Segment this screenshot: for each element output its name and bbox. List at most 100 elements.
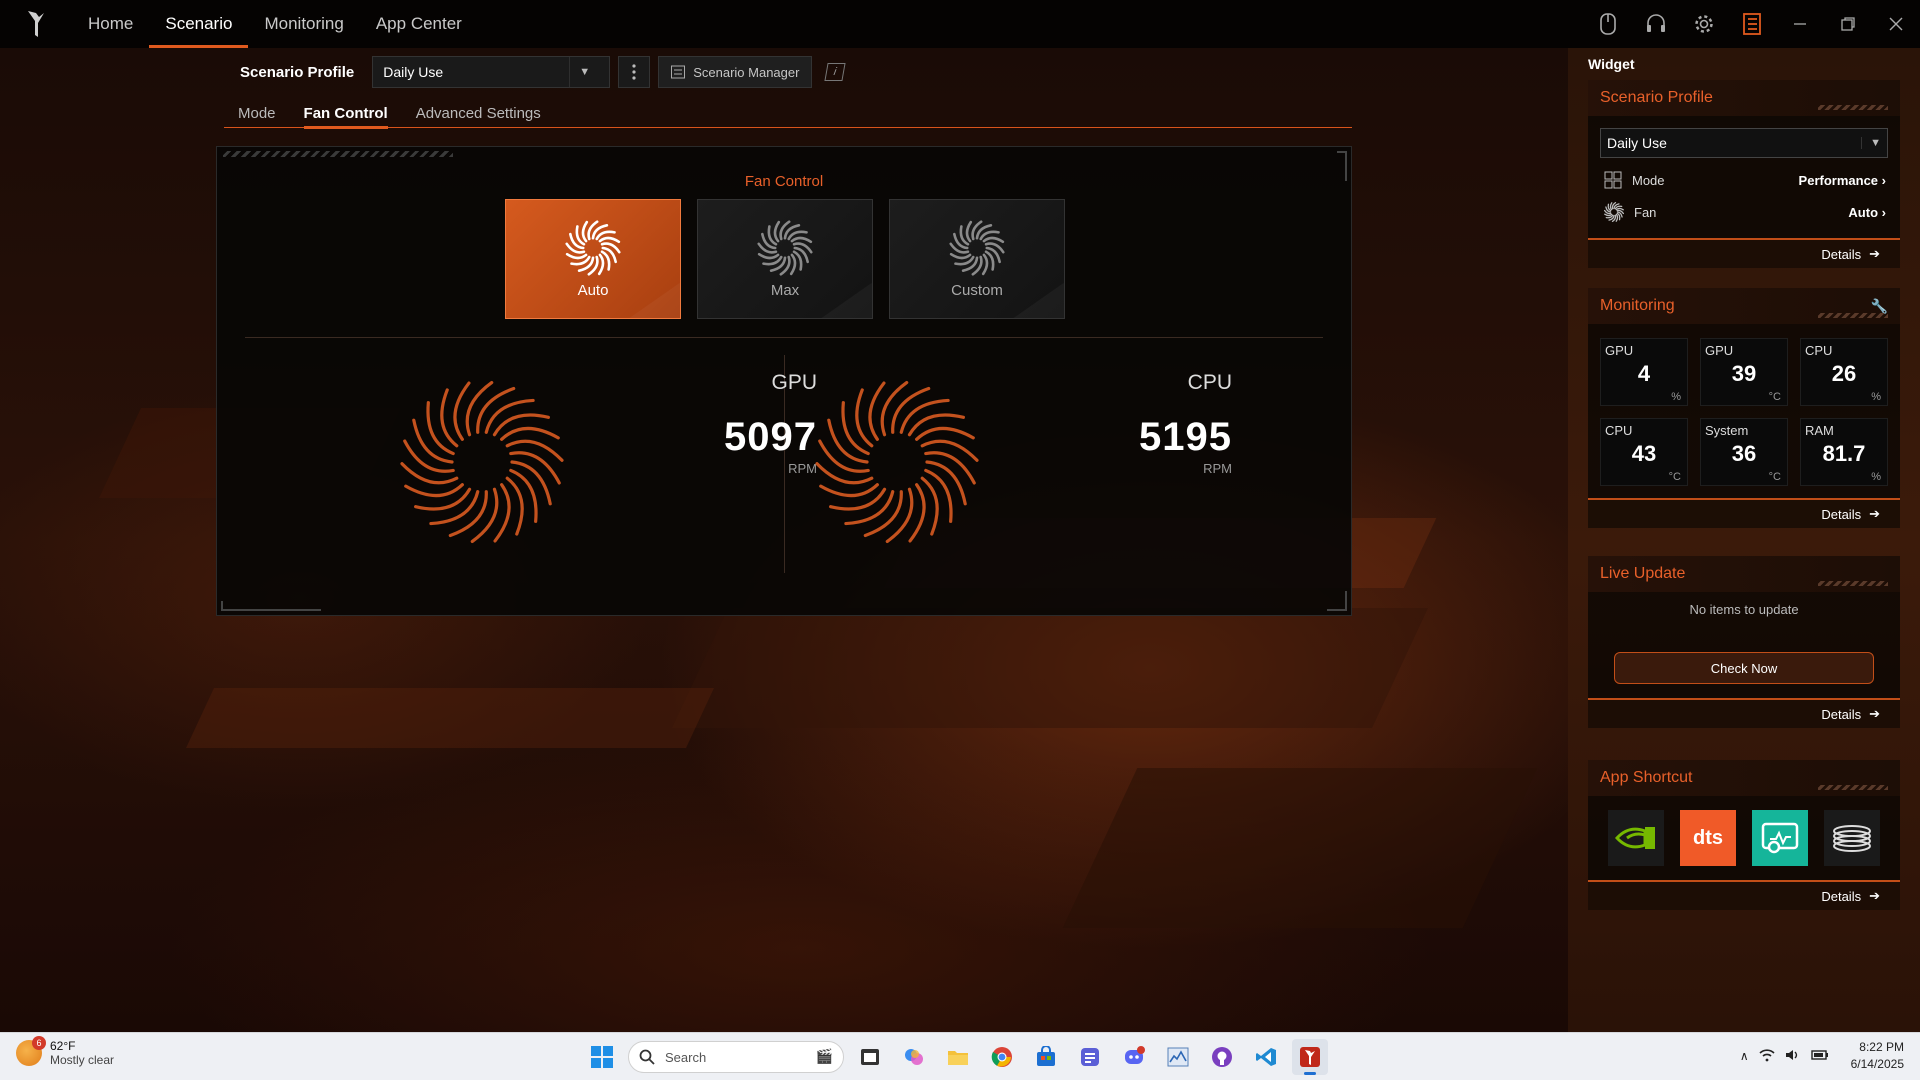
widget-mode-row[interactable]: Mode Performance › — [1588, 164, 1900, 196]
more-options-button[interactable] — [618, 56, 651, 88]
app-logo — [0, 0, 72, 48]
tab-mode[interactable]: Mode — [224, 98, 290, 128]
clock[interactable]: 8:22 PM 6/14/2025 — [1851, 1039, 1904, 1073]
panel-decoration — [223, 151, 453, 157]
fan-mode-auto-button[interactable]: Auto — [505, 199, 681, 319]
github-icon[interactable] — [1204, 1039, 1240, 1075]
volume-icon[interactable] — [1785, 1048, 1801, 1065]
widget-mode-label: Mode — [1632, 172, 1665, 188]
mouse-icon[interactable] — [1584, 0, 1632, 48]
tab-fan-control[interactable]: Fan Control — [290, 98, 402, 129]
predator-sense-app-icon[interactable] — [1292, 1039, 1328, 1075]
fan-icon — [1604, 202, 1624, 222]
scenario-profile-dropdown[interactable]: Daily Use ▼ — [372, 56, 611, 88]
search-icon — [639, 1049, 655, 1065]
performance-monitor-icon[interactable] — [1160, 1039, 1196, 1075]
panel-decoration — [221, 601, 321, 611]
scenario-profile-details-link[interactable]: Details ➔ — [1588, 238, 1900, 268]
widget-mode-value: Performance — [1798, 172, 1879, 188]
widget-panel-icon[interactable] — [1728, 0, 1776, 48]
monitor-unit: °C — [1768, 391, 1781, 403]
monitor-label: CPU — [1805, 343, 1833, 358]
widget-profile-dropdown[interactable]: Daily Use ▼ — [1600, 128, 1888, 158]
widget-fan-row[interactable]: Fan Auto › — [1588, 196, 1900, 228]
dts-icon[interactable]: dts — [1680, 810, 1736, 866]
fan-control-panel: Fan Control Auto Max Custom GPU 5097 RPM… — [216, 146, 1352, 616]
coil-icon[interactable] — [1824, 810, 1880, 866]
fan-blade — [949, 252, 972, 259]
fan-mode-max-button[interactable]: Max — [697, 199, 873, 319]
gear-icon[interactable] — [1680, 0, 1728, 48]
nav-app-center[interactable]: App Center — [360, 0, 478, 48]
check-now-button[interactable]: Check Now — [1614, 652, 1874, 684]
scenario-profile-bar: Scenario Profile Daily Use ▼ Scenario Ma… — [240, 56, 847, 88]
windows-taskbar: 6 62°F Mostly clear Search 🎬 ∧ 8:22 PM 6… — [0, 1032, 1920, 1080]
fan-mode-custom-button[interactable]: Custom — [889, 199, 1065, 319]
taskbar-search-input[interactable]: Search 🎬 — [628, 1041, 844, 1073]
monitor-unit: °C — [1768, 471, 1781, 483]
fan-auto-icon — [565, 219, 621, 276]
monitor-value: 39 — [1731, 361, 1757, 386]
fan-blade — [965, 220, 973, 242]
card-title: App Shortcut — [1600, 769, 1693, 786]
live-update-details-link[interactable]: Details ➔ — [1588, 698, 1900, 728]
vscode-icon[interactable] — [1248, 1039, 1284, 1075]
battery-icon[interactable] — [1810, 1049, 1829, 1064]
monitor-label: System — [1705, 423, 1749, 438]
weather-widget[interactable]: 6 62°F Mostly clear — [16, 1036, 115, 1067]
info-icon[interactable]: i — [824, 63, 847, 81]
widget-sidebar: Widget Scenario Profile Daily Use ▼ Mode… — [1568, 48, 1920, 1032]
weather-desc: Mostly clear — [50, 1053, 115, 1067]
fan-blade — [891, 386, 931, 434]
divider — [245, 337, 1323, 338]
fan-blade — [597, 253, 605, 275]
fan-blade — [403, 439, 455, 473]
windows-start-icon[interactable] — [584, 1039, 620, 1075]
monitor-label: GPU — [1605, 343, 1634, 358]
monitor-ram-usage: RAM 81.7% — [1800, 418, 1888, 486]
fan-blade — [981, 253, 989, 275]
monitor-cpu-temp: CPU 43 °C — [1600, 418, 1688, 486]
gpu-fan-rpm: 5097 — [724, 415, 817, 459]
scenario-profile-card: Scenario Profile Daily Use ▼ Mode Perfor… — [1588, 80, 1900, 268]
file-explorer-icon[interactable] — [940, 1039, 976, 1075]
app-shortcut-details-link[interactable]: Details ➔ — [1588, 880, 1900, 910]
system-tray: ∧ 8:22 PM 6/14/2025 — [1740, 1039, 1904, 1073]
wifi-icon[interactable] — [1759, 1048, 1775, 1065]
wrench-icon[interactable]: 🔧 — [1871, 298, 1888, 315]
fan-blade — [757, 252, 780, 259]
close-icon[interactable] — [1872, 0, 1920, 48]
nav-scenario[interactable]: Scenario — [149, 0, 249, 48]
nav-home[interactable]: Home — [72, 0, 149, 48]
headset-icon[interactable] — [1632, 0, 1680, 48]
fan-mode-custom-label: Custom — [951, 281, 1003, 299]
nvidia-icon[interactable] — [1608, 810, 1664, 866]
scenario-manager-button[interactable]: Scenario Manager — [658, 56, 813, 88]
fan-blade — [982, 236, 1005, 243]
card-title: Monitoring — [1600, 297, 1675, 314]
terminal-app-icon[interactable] — [852, 1039, 888, 1075]
monitor-app-icon[interactable] — [1752, 810, 1808, 866]
monitoring-details-link[interactable]: Details ➔ — [1588, 498, 1900, 528]
store-icon[interactable] — [1028, 1039, 1064, 1075]
chevron-up-icon[interactable]: ∧ — [1740, 1049, 1749, 1063]
list-icon — [671, 65, 686, 79]
fan-blade — [924, 451, 976, 485]
search-placeholder: Search — [665, 1049, 707, 1065]
live-update-card: Live Update No items to update Check Now… — [1588, 556, 1900, 728]
restore-icon[interactable] — [1824, 0, 1872, 48]
fan-blade — [789, 253, 797, 275]
panel-decoration — [1327, 591, 1347, 611]
widget-fan-label: Fan — [1634, 204, 1657, 220]
fan-blade — [404, 483, 464, 498]
tab-advanced-settings[interactable]: Advanced Settings — [402, 98, 555, 128]
monitor-value: 4 — [1637, 361, 1651, 386]
nav-monitoring[interactable]: Monitoring — [248, 0, 359, 48]
copilot-icon[interactable] — [896, 1039, 932, 1075]
notes-app-icon[interactable] — [1072, 1039, 1108, 1075]
monitor-label: RAM — [1805, 423, 1834, 438]
chrome-icon[interactable] — [984, 1039, 1020, 1075]
discord-icon[interactable] — [1116, 1039, 1152, 1075]
scenario-profile-label: Scenario Profile — [240, 63, 355, 81]
minimize-icon[interactable] — [1776, 0, 1824, 48]
